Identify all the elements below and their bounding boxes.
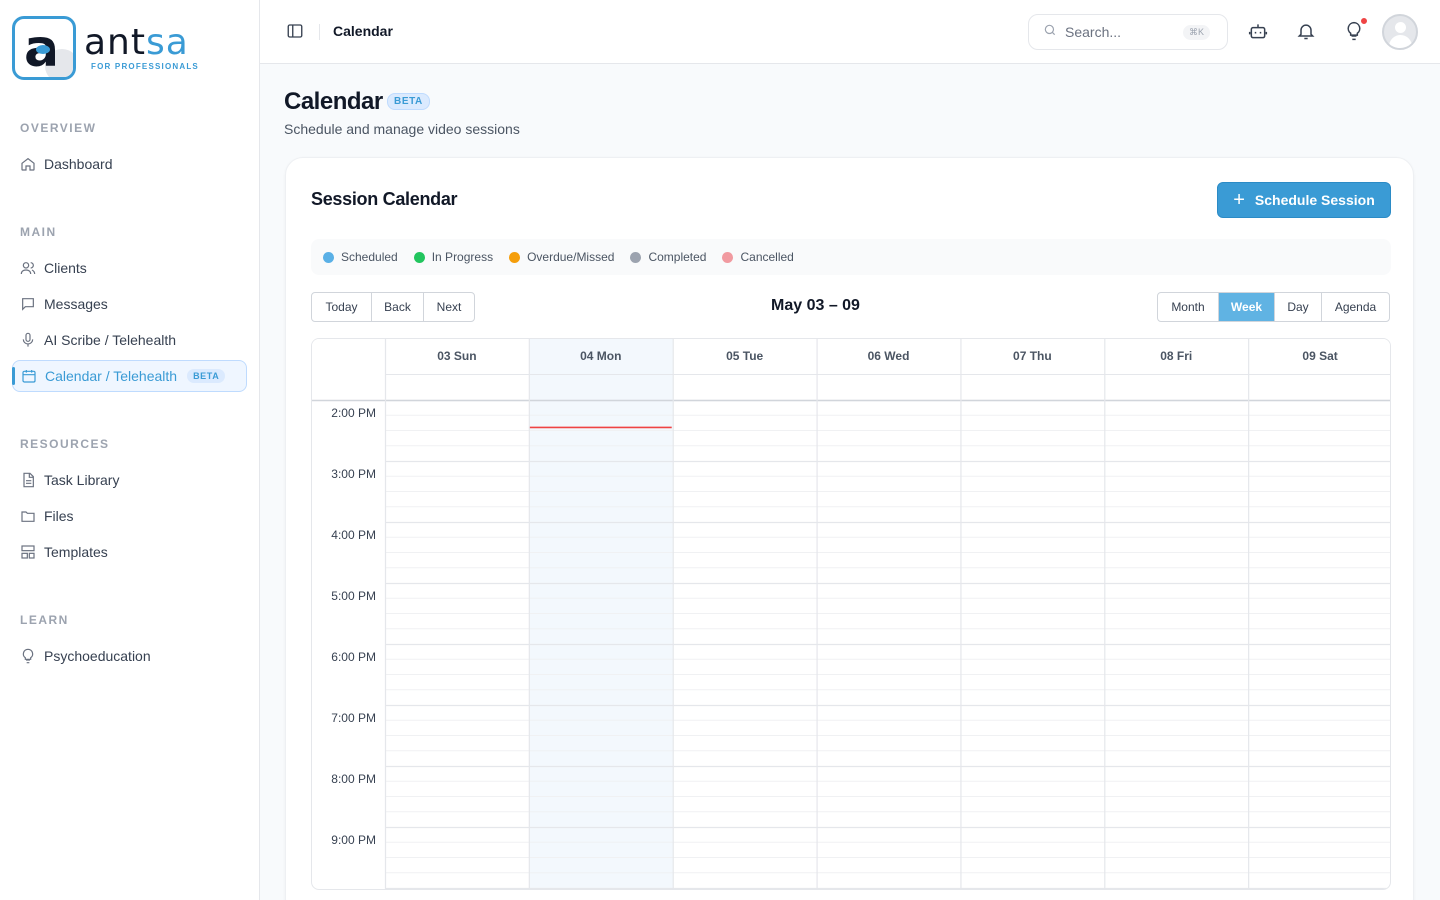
day-header[interactable]: 06 Wed	[868, 349, 910, 363]
day-header[interactable]: 05 Tue	[726, 349, 763, 363]
page-subtitle: Schedule and manage video sessions	[284, 121, 520, 137]
time-label: 6:00 PM	[331, 650, 376, 664]
sidebar-item-templates[interactable]: Templates	[12, 536, 247, 568]
plus-icon: +	[1233, 189, 1245, 211]
lightbulb-notification-icon[interactable]	[1344, 17, 1368, 43]
week-grid-svg: 03 Sun 04 Mon 05 Tue 06 Wed 07 Thu 08 Fri 09 S…	[312, 339, 1390, 889]
users-icon	[20, 260, 36, 276]
bot-icon[interactable]	[1248, 21, 1270, 43]
legend-dot	[323, 251, 334, 263]
today-column-highlight	[528, 339, 673, 889]
search-box[interactable]: ⌘K	[1028, 14, 1228, 50]
back-button[interactable]: Back	[372, 293, 424, 321]
day-header[interactable]: 09 Sat	[1302, 349, 1337, 363]
view-agenda-button[interactable]: Agenda	[1322, 293, 1389, 321]
session-calendar-card: Session Calendar + Schedule Session Sche…	[285, 157, 1414, 900]
time-label: 7:00 PM	[331, 711, 376, 725]
page-title: Calendar	[284, 88, 383, 115]
view-month-button[interactable]: Month	[1158, 293, 1219, 321]
card-title: Session Calendar	[311, 189, 458, 209]
legend-item: Cancelled	[722, 250, 794, 264]
legend-dot	[630, 251, 642, 263]
time-label: 8:00 PM	[331, 772, 376, 786]
logo-mark: a	[12, 16, 76, 80]
search-icon	[1043, 23, 1057, 42]
legend-item: Completed	[630, 250, 706, 264]
sidebar-item-task-library[interactable]: Task Library	[12, 464, 247, 496]
search-input[interactable]	[1065, 24, 1183, 40]
sidebar-item-messages[interactable]: Messages	[12, 288, 247, 320]
sidebar-item-files[interactable]: Files	[12, 500, 247, 532]
calendar-navigation: Today Back Next	[311, 292, 475, 322]
message-icon	[20, 296, 36, 312]
day-header[interactable]: 03 Sun	[437, 349, 476, 363]
nav-section-learn: LEARN	[20, 613, 69, 627]
topbar-title: Calendar	[333, 23, 393, 39]
sidebar: a antsa FOR PROFESSIONALS OVERVIEW Dashb…	[0, 0, 260, 900]
legend-dot	[722, 251, 734, 263]
sidebar-item-psychoeducation[interactable]: Psychoeducation	[12, 640, 247, 672]
time-label: 9:00 PM	[331, 833, 376, 847]
next-button[interactable]: Next	[424, 293, 474, 321]
lightbulb-icon	[20, 648, 36, 664]
sidebar-item-clients[interactable]: Clients	[12, 252, 247, 284]
today-button[interactable]: Today	[312, 293, 372, 321]
day-header[interactable]: 08 Fri	[1160, 349, 1192, 363]
sidebar-item-dashboard[interactable]: Dashboard	[12, 148, 247, 180]
time-label: 3:00 PM	[331, 467, 376, 481]
brand-logo[interactable]: a antsa FOR PROFESSIONALS	[12, 16, 199, 80]
home-icon	[20, 156, 36, 172]
time-label: 4:00 PM	[331, 528, 376, 542]
week-calendar-grid: 03 Sun 04 Mon 05 Tue 06 Wed 07 Thu 08 Fri 09 S…	[311, 338, 1391, 890]
legend-dot	[509, 251, 521, 263]
topbar: Calendar ⌘K	[260, 0, 1440, 64]
beta-badge: BETA	[187, 369, 226, 383]
view-week-button[interactable]: Week	[1219, 293, 1275, 321]
status-legend: Scheduled In Progress Overdue/Missed Com…	[311, 239, 1391, 275]
view-day-button[interactable]: Day	[1275, 293, 1322, 321]
templates-icon	[20, 544, 36, 560]
nav-section-overview: OVERVIEW	[20, 121, 97, 135]
time-label: 5:00 PM	[331, 589, 376, 603]
search-shortcut: ⌘K	[1183, 24, 1211, 40]
avatar[interactable]	[1382, 14, 1418, 50]
sidebar-item-ai-scribe[interactable]: AI Scribe / Telehealth	[12, 324, 247, 356]
folder-icon	[20, 508, 36, 524]
bell-icon[interactable]	[1296, 21, 1318, 43]
time-label: 2:00 PM	[331, 406, 376, 420]
date-range-label: May 03 – 09	[771, 297, 860, 314]
legend-item: Scheduled	[323, 250, 398, 264]
page-beta-badge: BETA	[387, 93, 430, 110]
day-header[interactable]: 04 Mon	[580, 349, 621, 363]
view-switcher: Month Week Day Agenda	[1157, 292, 1390, 322]
sidebar-toggle-icon[interactable]	[286, 22, 306, 42]
schedule-session-button[interactable]: + Schedule Session	[1217, 182, 1391, 218]
nav-section-resources: RESOURCES	[20, 437, 110, 451]
sidebar-item-calendar[interactable]: Calendar / Telehealth BETA	[12, 360, 247, 392]
brand-wordmark: antsa	[84, 22, 189, 63]
brand-subtitle: FOR PROFESSIONALS	[91, 62, 199, 71]
microphone-icon	[20, 332, 36, 348]
document-icon	[20, 472, 36, 488]
legend-item: In Progress	[413, 250, 493, 264]
legend-item: Overdue/Missed	[509, 250, 614, 264]
calendar-icon	[21, 368, 37, 384]
notification-dot	[1360, 17, 1368, 25]
nav-section-main: MAIN	[20, 225, 57, 239]
day-header[interactable]: 07 Thu	[1013, 349, 1052, 363]
legend-dot	[413, 251, 425, 263]
